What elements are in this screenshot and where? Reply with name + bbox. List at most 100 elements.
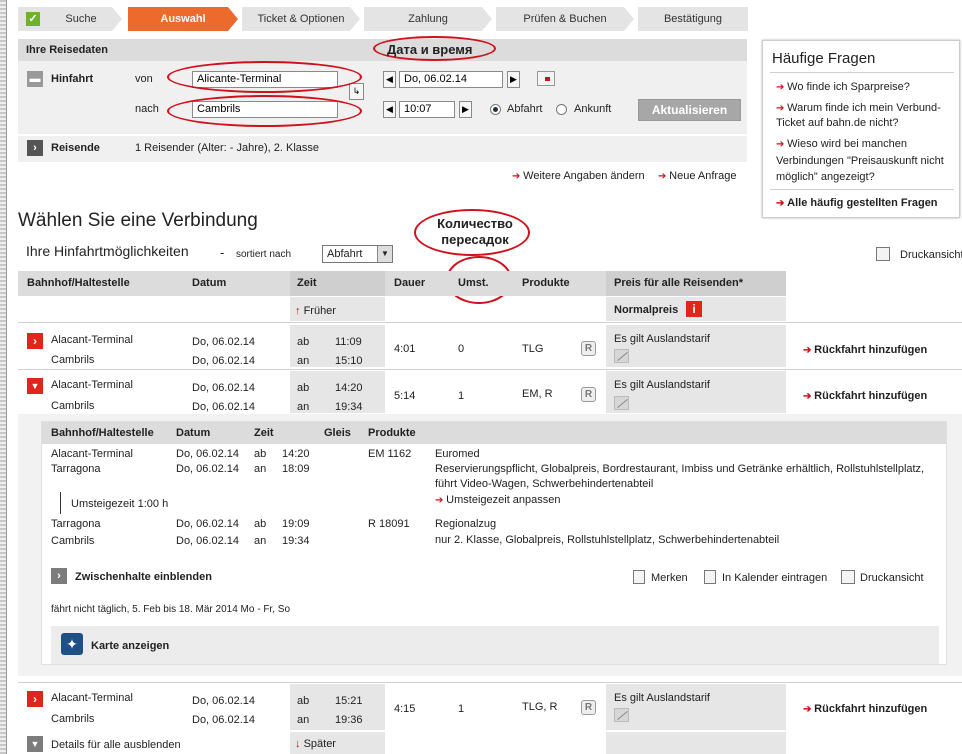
date-field[interactable]: Do, 06.02.14: [399, 71, 503, 88]
row1-umst: 0: [458, 343, 465, 355]
aktualisieren-button[interactable]: Aktualisieren: [638, 99, 741, 121]
faq-item-3[interactable]: ➔ Wieso wird bei manchen Verbindungen "P…: [776, 136, 952, 185]
time-prev-button[interactable]: ◀: [383, 101, 396, 118]
row2-t1: 14:20: [335, 382, 363, 394]
arrow-icon: ➔: [803, 704, 815, 715]
leg1-t2: 18:09: [282, 463, 310, 475]
row1-to: Cambrils: [51, 354, 95, 366]
row3-price-bg: [606, 684, 786, 730]
leg2-d1: Do, 06.02.14: [176, 518, 239, 530]
annotation-ellipse-von: [167, 61, 362, 93]
row2-t2: 19:34: [335, 401, 363, 413]
calendar-icon[interactable]: [704, 570, 716, 584]
faq-item-1[interactable]: ➔ Wo finde ich Sparpreise?: [776, 81, 910, 93]
row2-umst: 1: [458, 390, 465, 402]
druckansicht-link[interactable]: Druckansicht: [860, 572, 924, 584]
date-next-button[interactable]: ▶: [507, 71, 520, 88]
date-prev-button[interactable]: ◀: [383, 71, 396, 88]
schedule-note: fährt nicht täglich, 5. Feb bis 18. Mär …: [51, 604, 290, 615]
arrow-up-icon: ↑: [295, 305, 304, 317]
arrow-icon: ➔: [776, 198, 788, 209]
row2-return-link[interactable]: ➔ Rückfahrt hinzufügen: [803, 390, 927, 402]
step-auswahl[interactable]: Auswahl: [128, 7, 238, 31]
expand-row3-icon[interactable]: ›: [27, 691, 43, 707]
reservation-icon: R: [581, 341, 596, 356]
train-icon: ▬: [27, 71, 43, 87]
kalender-link[interactable]: In Kalender eintragen: [722, 572, 827, 584]
row3-price: Es gilt Auslandstarif: [614, 692, 710, 704]
not-bookable-icon: [614, 349, 629, 363]
step-zahlung[interactable]: Zahlung: [364, 7, 492, 31]
reisedaten-title: Ihre Reisedaten: [26, 44, 108, 56]
row3-return-link[interactable]: ➔ Rückfahrt hinzufügen: [803, 703, 927, 715]
ankunft-radio[interactable]: [556, 104, 567, 115]
map-icon: ✦: [61, 633, 83, 655]
col-products: Produkte: [522, 277, 570, 289]
faq-all-link[interactable]: ➔ Alle häufig gestellten Fragen: [776, 197, 938, 209]
detail-col-gleis: Gleis: [324, 427, 351, 439]
merken-link[interactable]: Merken: [651, 572, 688, 584]
abfahrt-radio[interactable]: [490, 104, 501, 115]
row1-return-link[interactable]: ➔ Rückfahrt hinzufügen: [803, 344, 927, 356]
swap-button[interactable]: ↳: [349, 83, 364, 100]
row1-t2: 15:10: [335, 355, 363, 367]
arrow-icon: ➔: [803, 345, 815, 356]
faq-item-2[interactable]: ➔ Warum finde ich mein Verbund-Ticket au…: [776, 101, 952, 131]
leg1-from: Alacant-Terminal: [51, 448, 133, 460]
col-duration: Dauer: [394, 277, 426, 289]
neue-anfrage-link[interactable]: ➔ Neue Anfrage: [658, 170, 736, 182]
umsteige-time: Umsteigezeit 1:00 h: [71, 498, 169, 510]
expand-stops-icon[interactable]: ›: [51, 568, 67, 584]
leg1-train: EM 1162: [368, 448, 412, 460]
faq-divider-2: [770, 189, 954, 190]
row3-duration: 4:15: [394, 703, 416, 715]
earlier-link[interactable]: ↑ Früher: [295, 305, 336, 317]
karte-link[interactable]: Karte anzeigen: [91, 640, 169, 652]
karte-bar[interactable]: [51, 626, 939, 664]
info-icon[interactable]: i: [686, 301, 702, 317]
hide-details-link[interactable]: Details für alle ausblenden: [51, 739, 181, 751]
expand-reisende-icon[interactable]: ›: [27, 140, 43, 156]
print-icon[interactable]: [841, 570, 855, 584]
expand-row1-icon[interactable]: ›: [27, 333, 43, 349]
collapse-row2-icon[interactable]: ▼: [27, 378, 43, 394]
reservation-icon: R: [581, 700, 596, 715]
print-icon[interactable]: [876, 247, 890, 261]
col-time: Zeit: [290, 271, 385, 296]
table-divider: [18, 322, 962, 323]
leg1-product: Euromed: [435, 448, 480, 460]
row1-t1: 11:09: [335, 336, 362, 348]
merken-icon[interactable]: [633, 570, 645, 584]
calendar-icon[interactable]: [537, 71, 555, 86]
leg1-an: an: [254, 463, 267, 475]
row3-to: Cambrils: [51, 713, 95, 725]
time-field[interactable]: 10:07: [399, 101, 455, 118]
step-pruefen[interactable]: Prüfen & Buchen: [496, 7, 634, 31]
sorted-label: sortiert nach: [236, 249, 292, 260]
step-suche[interactable]: ✓ Suche: [18, 7, 122, 31]
weitere-link[interactable]: ➔ Weitere Angaben ändern: [512, 170, 645, 182]
time-next-button[interactable]: ▶: [459, 101, 472, 118]
row2-ab: ab: [297, 382, 310, 394]
leg2-from: Tarragona: [51, 518, 101, 530]
sort-select[interactable]: Abfahrt ▼: [322, 245, 393, 263]
step-bestaetigung[interactable]: Bestätigung: [638, 7, 748, 31]
faq-divider: [770, 72, 954, 73]
leg1-ab: ab: [254, 448, 267, 460]
row1-products: TLG: [522, 343, 544, 355]
row1-from: Alacant-Terminal: [51, 334, 133, 346]
arrow-down-icon: ↓: [295, 738, 304, 750]
row3-from: Alacant-Terminal: [51, 692, 133, 704]
col-date: Datum: [192, 277, 227, 289]
reisende-label: Reisende: [51, 142, 100, 154]
zwischenhalte-link[interactable]: Zwischenhalte einblenden: [75, 571, 212, 583]
row2-price: Es gilt Auslandstarif: [614, 379, 710, 391]
row1-price-bg: [606, 325, 786, 367]
leg2-product: Regionalzug: [435, 518, 497, 530]
reisende-value: 1 Reisender (Alter: - Jahre), 2. Klasse: [135, 142, 320, 154]
later-link[interactable]: ↓ Später: [295, 738, 336, 750]
umsteige-link[interactable]: ➔ Umsteigezeit anpassen: [435, 494, 561, 506]
collapse-all-icon[interactable]: ▼: [27, 736, 43, 752]
step-ticket[interactable]: Ticket & Optionen: [242, 7, 360, 31]
print-link[interactable]: Druckansicht: [900, 249, 962, 261]
